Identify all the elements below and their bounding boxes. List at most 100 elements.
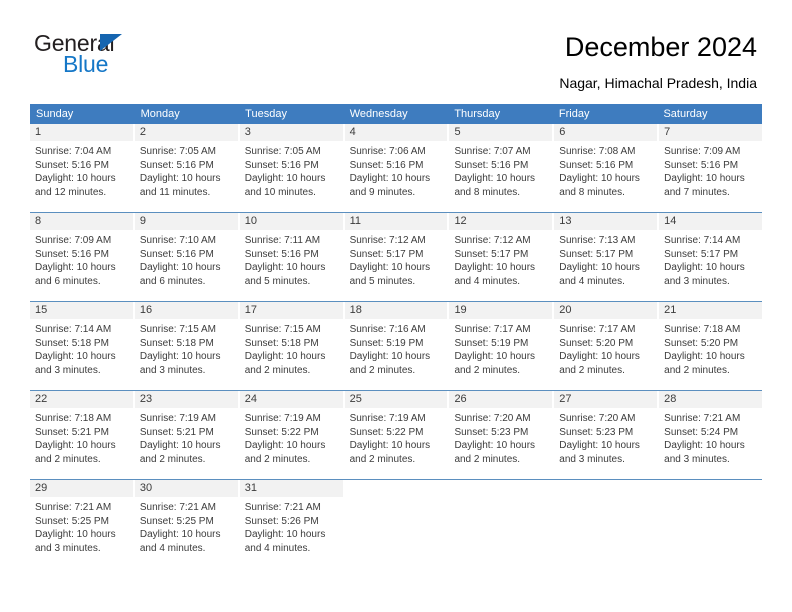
day-detail-lines: Sunrise: 7:08 AM Sunset: 5:16 PM Daylight:… (554, 141, 657, 199)
day-number-band (345, 480, 448, 497)
weekday-header-friday: Friday (558, 108, 590, 120)
day-detail-line: Sunrise: 7:19 AM (349, 413, 426, 424)
day-detail-lines: Sunrise: 7:04 AM Sunset: 5:16 PM Daylight:… (30, 141, 133, 199)
calendar-day-cell[interactable]: 24 Sunrise: 7:19 AM Sunset: 5:22 PM Dayligh… (239, 391, 345, 479)
weekday-header-monday: Monday (140, 108, 180, 120)
day-detail-lines: Sunrise: 7:09 AM Sunset: 5:16 PM Daylight:… (30, 230, 133, 288)
calendar-day-cell[interactable]: 21 Sunrise: 7:18 AM Sunset: 5:20 PM Dayligh… (659, 302, 763, 390)
day-detail-lines: Sunrise: 7:15 AM Sunset: 5:18 PM Daylight:… (135, 319, 238, 377)
day-detail-lines: Sunrise: 7:06 AM Sunset: 5:16 PM Daylight:… (345, 141, 448, 199)
day-detail-line: and 6 minutes. (139, 275, 206, 287)
day-detail-line: Daylight: 10 hours (244, 262, 326, 274)
calendar-day-cell[interactable]: 4 Sunrise: 7:06 AM Sunset: 5:16 PM Daylight… (344, 124, 450, 212)
calendar-day-cell[interactable]: 25 Sunrise: 7:19 AM Sunset: 5:22 PM Dayligh… (344, 391, 450, 479)
day-detail-line: Daylight: 10 hours (454, 440, 536, 452)
day-detail-line: Daylight: 10 hours (454, 351, 536, 363)
calendar-day-cell[interactable]: 8 Sunrise: 7:09 AM Sunset: 5:16 PM Daylight… (30, 213, 135, 301)
calendar-day-cell[interactable]: 7 Sunrise: 7:09 AM Sunset: 5:16 PM Daylight… (659, 124, 763, 212)
brand-logo[interactable]: General Blue (34, 30, 234, 82)
day-detail-line: Daylight: 10 hours (139, 262, 221, 274)
day-number-band (449, 480, 552, 497)
day-number-band: 10 (239, 213, 343, 230)
day-detail-line: Sunrise: 7:21 AM (244, 502, 321, 513)
day-detail-line: Sunrise: 7:20 AM (559, 413, 636, 424)
day-detail-line: Daylight: 10 hours (139, 529, 221, 541)
day-detail-line: Sunrise: 7:15 AM (139, 324, 217, 335)
calendar-day-cell-empty (659, 480, 762, 568)
calendar-week-cells: 15 Sunrise: 7:14 AM Sunset: 5:18 PM Dayligh… (30, 302, 763, 390)
calendar-day-cell[interactable]: 22 Sunrise: 7:18 AM Sunset: 5:21 PM Dayligh… (30, 391, 135, 479)
day-number-band: 19 (449, 302, 553, 319)
day-detail-line: Daylight: 10 hours (35, 351, 116, 363)
day-detail-line: Sunrise: 7:05 AM (139, 146, 217, 157)
day-detail-line: Daylight: 10 hours (244, 351, 326, 363)
day-detail-line: and 3 minutes. (139, 364, 206, 376)
day-detail-line: and 5 minutes. (244, 275, 311, 287)
calendar-day-cell[interactable]: 23 Sunrise: 7:19 AM Sunset: 5:21 PM Dayligh… (134, 391, 240, 479)
day-detail-lines: Sunrise: 7:21 AM Sunset: 5:26 PM Daylight:… (240, 497, 343, 555)
day-detail-line: and 5 minutes. (349, 275, 416, 287)
day-detail-line: Sunset: 5:18 PM (139, 337, 214, 349)
calendar-day-cell[interactable]: 18 Sunrise: 7:16 AM Sunset: 5:19 PM Dayligh… (344, 302, 450, 390)
day-detail-line: Daylight: 10 hours (35, 440, 116, 452)
day-detail-line: Sunset: 5:16 PM (664, 159, 739, 171)
calendar-day-cell[interactable]: 28 Sunrise: 7:21 AM Sunset: 5:24 PM Dayligh… (659, 391, 763, 479)
day-number-band: 12 (449, 213, 553, 230)
calendar-day-cell[interactable]: 11 Sunrise: 7:12 AM Sunset: 5:17 PM Dayligh… (344, 213, 450, 301)
calendar-day-cell[interactable]: 10 Sunrise: 7:11 AM Sunset: 5:16 PM Dayligh… (239, 213, 345, 301)
calendar-day-cell[interactable]: 14 Sunrise: 7:14 AM Sunset: 5:17 PM Dayligh… (659, 213, 763, 301)
calendar-day-cell[interactable]: 26 Sunrise: 7:20 AM Sunset: 5:23 PM Dayligh… (449, 391, 555, 479)
day-detail-line: Sunset: 5:26 PM (244, 515, 319, 527)
day-detail-line: and 2 minutes. (35, 453, 101, 465)
calendar-day-cell[interactable]: 30 Sunrise: 7:21 AM Sunset: 5:25 PM Dayligh… (134, 480, 240, 568)
calendar-page: General Blue December 2024 Nagar, Himach… (0, 0, 792, 612)
calendar-day-cell[interactable]: 5 Sunrise: 7:07 AM Sunset: 5:16 PM Daylight… (449, 124, 555, 212)
day-number-band: 29 (30, 480, 133, 497)
calendar-day-cell[interactable]: 3 Sunrise: 7:05 AM Sunset: 5:16 PM Daylight… (239, 124, 345, 212)
day-number-band: 13 (554, 213, 658, 230)
day-detail-line: and 3 minutes. (664, 453, 730, 465)
calendar-day-cell[interactable]: 9 Sunrise: 7:10 AM Sunset: 5:16 PM Daylight… (134, 213, 240, 301)
day-detail-line: Daylight: 10 hours (664, 173, 745, 185)
day-number-band (659, 480, 762, 497)
day-detail-line: Sunset: 5:16 PM (139, 248, 214, 260)
calendar-day-cell[interactable]: 17 Sunrise: 7:15 AM Sunset: 5:18 PM Dayligh… (239, 302, 345, 390)
day-detail-lines: Sunrise: 7:07 AM Sunset: 5:16 PM Daylight:… (449, 141, 552, 199)
page-title: December 2024 (564, 32, 757, 62)
day-detail-line: Sunset: 5:16 PM (35, 248, 109, 260)
day-detail-line: Sunset: 5:16 PM (244, 159, 319, 171)
day-detail-line: and 9 minutes. (349, 186, 416, 198)
calendar-day-cell[interactable]: 13 Sunrise: 7:13 AM Sunset: 5:17 PM Dayligh… (554, 213, 660, 301)
calendar-day-cell[interactable]: 27 Sunrise: 7:20 AM Sunset: 5:23 PM Dayligh… (554, 391, 660, 479)
day-detail-line: Sunrise: 7:11 AM (244, 235, 321, 246)
day-detail-line: Sunrise: 7:09 AM (35, 235, 112, 246)
calendar-day-cell[interactable]: 12 Sunrise: 7:12 AM Sunset: 5:17 PM Dayligh… (449, 213, 555, 301)
calendar-day-cell[interactable]: 29 Sunrise: 7:21 AM Sunset: 5:25 PM Dayligh… (30, 480, 135, 568)
calendar-week-row: 29 Sunrise: 7:21 AM Sunset: 5:25 PM Dayligh… (30, 479, 762, 568)
calendar-day-cell[interactable]: 1 Sunrise: 7:04 AM Sunset: 5:16 PM Daylight… (30, 124, 135, 212)
day-detail-lines: Sunrise: 7:14 AM Sunset: 5:17 PM Daylight:… (659, 230, 762, 288)
calendar-day-cell[interactable]: 20 Sunrise: 7:17 AM Sunset: 5:20 PM Dayligh… (554, 302, 660, 390)
calendar-day-cell[interactable]: 31 Sunrise: 7:21 AM Sunset: 5:26 PM Dayligh… (239, 480, 345, 568)
calendar-day-cell[interactable]: 15 Sunrise: 7:14 AM Sunset: 5:18 PM Dayligh… (30, 302, 135, 390)
day-detail-lines (449, 497, 552, 501)
day-detail-line: and 2 minutes. (244, 453, 311, 465)
day-detail-line: Sunrise: 7:09 AM (664, 146, 741, 157)
day-number-band: 22 (30, 391, 133, 408)
day-detail-line: Sunrise: 7:14 AM (664, 235, 741, 246)
day-detail-line: Sunrise: 7:06 AM (349, 146, 426, 157)
calendar-day-cell[interactable]: 16 Sunrise: 7:15 AM Sunset: 5:18 PM Dayligh… (134, 302, 240, 390)
day-detail-line: Daylight: 10 hours (244, 440, 326, 452)
calendar-day-cell[interactable]: 2 Sunrise: 7:05 AM Sunset: 5:16 PM Daylight… (134, 124, 240, 212)
day-detail-line: and 4 minutes. (244, 542, 311, 554)
day-number-band: 5 (449, 124, 553, 141)
weekday-header-row: Sunday Monday Tuesday Wednesday Thursday… (30, 104, 762, 124)
calendar-day-cell[interactable]: 19 Sunrise: 7:17 AM Sunset: 5:19 PM Dayligh… (449, 302, 555, 390)
brand-name-blue: Blue (63, 51, 109, 77)
day-detail-line: Sunrise: 7:05 AM (244, 146, 321, 157)
day-detail-line: Sunrise: 7:15 AM (244, 324, 321, 335)
day-detail-line: and 2 minutes. (349, 364, 416, 376)
day-number-band: 20 (554, 302, 658, 319)
calendar-day-cell[interactable]: 6 Sunrise: 7:08 AM Sunset: 5:16 PM Daylight… (554, 124, 660, 212)
day-detail-lines: Sunrise: 7:21 AM Sunset: 5:24 PM Daylight:… (659, 408, 762, 466)
